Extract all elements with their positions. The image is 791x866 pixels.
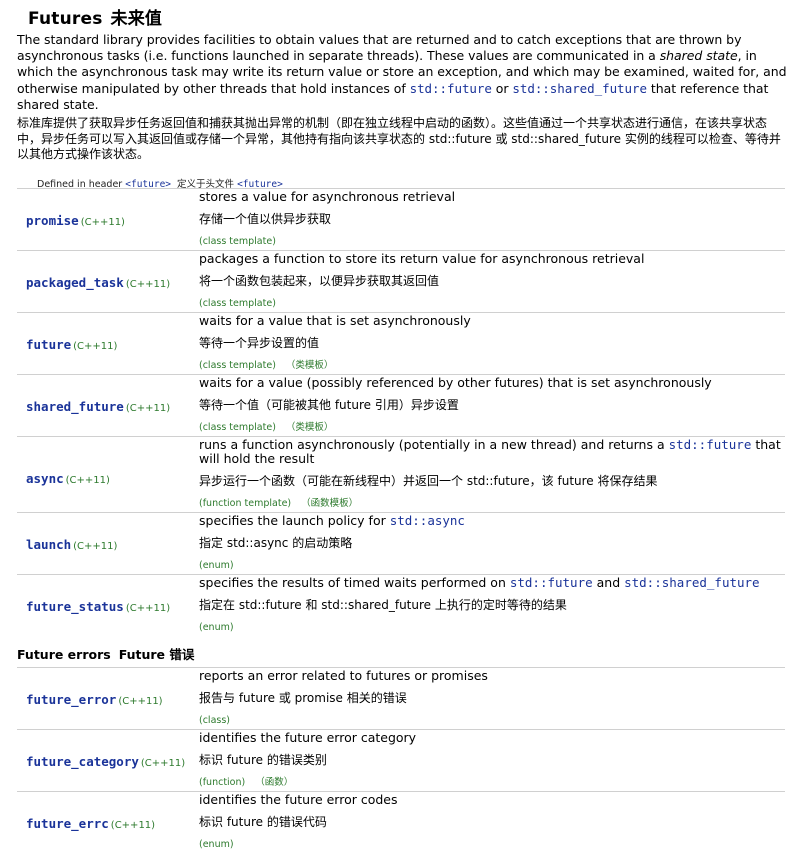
list-item-future: future (C++11) waits for a value that is … [17, 312, 785, 374]
list-item-future-errc: future_errc (C++11) identifies the future… [17, 791, 785, 853]
std-future-link[interactable]: std::future [410, 81, 492, 96]
item-category: (function) （函数） [199, 777, 294, 788]
item-category: (class template) （类模板） [199, 422, 334, 433]
item-name: launch (C++11) [26, 537, 118, 552]
title-en: Futures [28, 9, 103, 29]
item-description: reports an error related to futures or p… [199, 668, 488, 706]
list-item-future-status: future_status (C++11) specifies the resul… [17, 574, 785, 636]
title-zh: 未来值 [110, 9, 163, 29]
future-status-link[interactable]: future_status [26, 599, 124, 614]
list-item-async: async (C++11) runs a function asynchronou… [17, 436, 785, 512]
item-name: shared_future (C++11) [26, 399, 171, 414]
item-description: packages a function to store its return … [199, 251, 645, 289]
page-title: Futures 未来值 [28, 4, 162, 29]
shared-state-emphasis: shared state [659, 48, 738, 64]
item-description: identifies the future error codes 标识 futu… [199, 792, 398, 830]
std-shared-future-link[interactable]: std::shared_future [624, 575, 759, 590]
item-name: promise (C++11) [26, 213, 125, 228]
item-category: (enum) [199, 839, 234, 850]
page: Futures 未来值 The standard library provides… [0, 0, 791, 866]
std-shared-future-link[interactable]: std::shared_future [512, 81, 647, 96]
list-item-launch: launch (C++11) specifies the launch polic… [17, 512, 785, 574]
std-future-link[interactable]: std::future [669, 437, 752, 452]
item-category: (class template) [199, 236, 276, 247]
item-description: specifies the launch policy for std::asy… [199, 513, 465, 551]
item-category: (class template) （类模板） [199, 360, 334, 371]
future-errc-link[interactable]: future_errc [26, 816, 109, 831]
item-description: waits for a value that is set asynchrono… [199, 313, 471, 351]
item-description: waits for a value (possibly referenced b… [199, 375, 712, 413]
list-item-future-error: future_error (C++11) reports an error rel… [17, 667, 785, 729]
future-error-link[interactable]: future_error [26, 692, 116, 707]
item-name: future (C++11) [26, 337, 118, 352]
item-category: (class) [199, 715, 230, 726]
shared-future-link[interactable]: shared_future [26, 399, 124, 414]
launch-link[interactable]: launch [26, 537, 71, 552]
list-item-promise: promise (C++11) stores a value for asynch… [17, 188, 785, 250]
item-category: (enum) [199, 622, 234, 633]
intro-paragraph-en: The standard library provides facilities… [17, 32, 787, 112]
item-description: specifies the results of timed waits per… [199, 575, 760, 613]
item-name: future_status (C++11) [26, 599, 171, 614]
packaged-task-link[interactable]: packaged_task [26, 275, 124, 290]
intro-paragraph-zh: 标准库提供了获取异步任务返回值和捕获其抛出异常的机制（即在独立线程中启动的函数）… [17, 116, 781, 162]
section-heading-future-errors: Future errors Future 错误 [17, 647, 195, 662]
item-name: packaged_task (C++11) [26, 275, 171, 290]
async-link[interactable]: async [26, 471, 64, 486]
list-item-packaged-task: packaged_task (C++11) packages a function… [17, 250, 785, 312]
future-category-link[interactable]: future_category [26, 754, 139, 769]
std-async-link[interactable]: std::async [390, 513, 465, 528]
item-category: (enum) [199, 560, 234, 571]
item-category: (class template) [199, 298, 276, 309]
item-description: stores a value for asynchronous retrieva… [199, 189, 456, 227]
list-item-shared-future: shared_future (C++11) waits for a value (… [17, 374, 785, 436]
item-name: future_errc (C++11) [26, 816, 156, 831]
list-item-future-category: future_category (C++11) identifies the fu… [17, 729, 785, 791]
promise-link[interactable]: promise [26, 213, 79, 228]
std-future-link[interactable]: std::future [510, 575, 593, 590]
item-name: future_error (C++11) [26, 692, 163, 707]
future-link[interactable]: future [26, 337, 71, 352]
item-description: identifies the future error category 标识 f… [199, 730, 417, 768]
item-description: runs a function asynchronously (potentia… [199, 437, 781, 489]
item-category: (function template) （函数模板） [199, 498, 359, 509]
item-name: future_category (C++11) [26, 754, 186, 769]
item-name: async (C++11) [26, 471, 110, 486]
